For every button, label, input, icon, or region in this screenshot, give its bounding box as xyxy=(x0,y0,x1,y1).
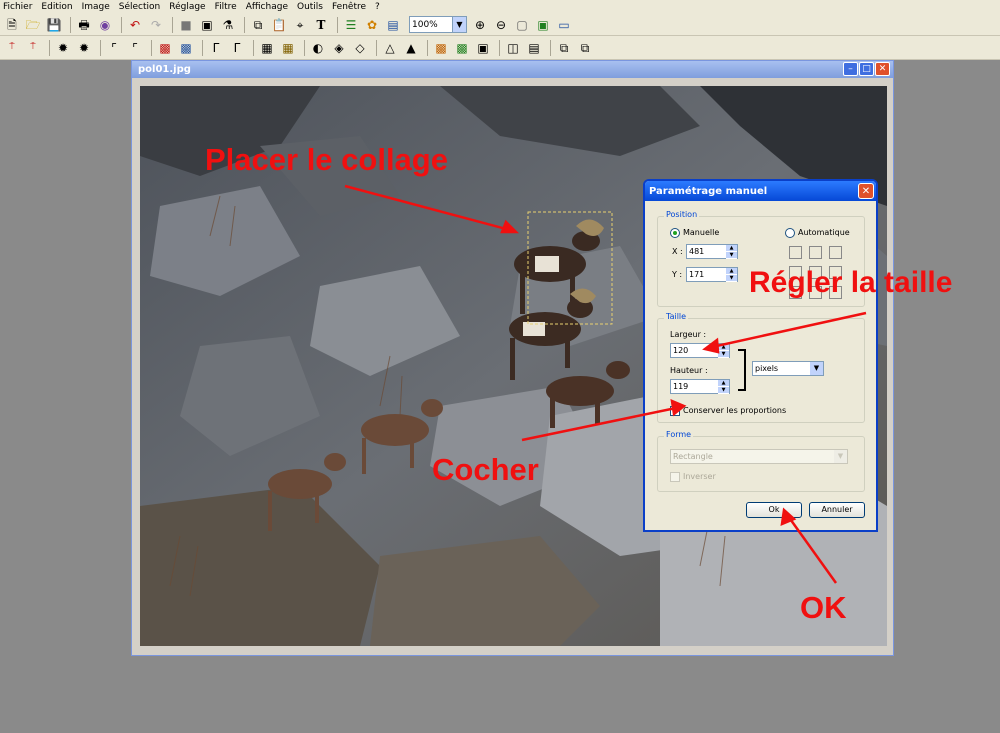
arrow-size-head xyxy=(702,337,720,354)
arrow-check-head xyxy=(670,398,687,417)
annotation-place: Placer le collage xyxy=(205,142,448,177)
arrow-check xyxy=(521,406,677,442)
arrow-size xyxy=(711,311,867,349)
annotation-check: Cocher xyxy=(432,452,539,487)
arrow-place xyxy=(344,184,511,232)
arrow-place-head xyxy=(500,219,520,234)
annotation-arrows xyxy=(344,184,867,584)
annotation-ok: OK xyxy=(800,590,847,625)
annotation-size: Régler la taille xyxy=(749,266,953,299)
arrow-ok xyxy=(786,515,838,584)
